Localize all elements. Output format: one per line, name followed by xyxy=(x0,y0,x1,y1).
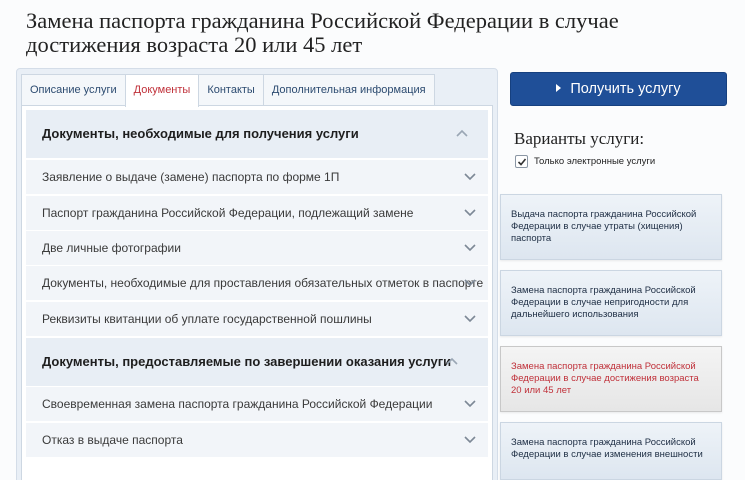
document-item-label: Документы, необходимые для проставления … xyxy=(42,276,484,290)
tab-documents[interactable]: Документы xyxy=(124,74,200,107)
tab-bar: Описание услуги Документы Контакты Допол… xyxy=(21,74,435,107)
document-item[interactable]: Реквизиты квитанции об уплате государств… xyxy=(26,302,488,336)
document-item[interactable]: Паспорт гражданина Российской Федерации,… xyxy=(26,196,488,230)
service-info-panel: Описание услуги Документы Контакты Допол… xyxy=(16,68,498,480)
page-title: Замена паспорта гражданина Российской Фе… xyxy=(26,8,619,57)
chevron-down-icon xyxy=(464,244,476,252)
section-header-required-documents[interactable]: Документы, необходимые для получения усл… xyxy=(26,110,488,158)
chevron-down-icon xyxy=(464,173,476,181)
document-item-label: Две личные фотографии xyxy=(42,241,181,255)
chevron-down-icon xyxy=(464,209,476,217)
variant-card-text: Замена паспорта гражданина Российской Фе… xyxy=(511,437,703,460)
section-title: Документы, предоставляемые по завершении… xyxy=(42,354,452,369)
chevron-up-icon xyxy=(446,357,458,365)
variant-card-appearance-change[interactable]: Замена паспорта гражданина Российской Фе… xyxy=(500,422,722,480)
document-item-label: Реквизиты квитанции об уплате государств… xyxy=(42,312,372,326)
document-item-label: Заявление о выдаче (замене) паспорта по … xyxy=(42,170,340,184)
get-service-button[interactable]: Получить услугу xyxy=(510,72,727,106)
section-header-result-documents[interactable]: Документы, предоставляемые по завершении… xyxy=(26,338,488,386)
variant-card-unusable-passport[interactable]: Замена паспорта гражданина Российской Фе… xyxy=(500,270,722,336)
chevron-down-icon xyxy=(464,315,476,323)
variant-card-lost-passport[interactable]: Выдача паспорта гражданина Российской Фе… xyxy=(500,194,722,260)
document-item[interactable]: Документы, необходимые для проставления … xyxy=(26,266,488,300)
variants-title: Варианты услуги: xyxy=(514,129,645,148)
tab-contacts[interactable]: Контакты xyxy=(198,74,264,106)
play-arrow-icon xyxy=(556,84,562,92)
tab-additional-info[interactable]: Дополнительная информация xyxy=(262,74,435,106)
document-item-label: Паспорт гражданина Российской Федерации,… xyxy=(42,206,414,220)
tab-content-documents: Документы, необходимые для получения усл… xyxy=(21,105,493,480)
chevron-down-icon xyxy=(464,436,476,444)
chevron-down-icon xyxy=(464,279,476,287)
document-item-label: Своевременная замена паспорта гражданина… xyxy=(42,397,433,411)
electronic-only-checkbox[interactable] xyxy=(515,155,528,168)
variant-card-text: Замена паспорта гражданина Российской Фе… xyxy=(511,361,699,396)
variant-card-age-20-45[interactable]: Замена паспорта гражданина Российской Фе… xyxy=(500,346,722,412)
variant-card-text: Выдача паспорта гражданина Российской Фе… xyxy=(511,209,697,244)
section-title: Документы, необходимые для получения усл… xyxy=(42,126,359,141)
document-item-label: Отказ в выдаче паспорта xyxy=(42,433,183,447)
variant-card-text: Замена паспорта гражданина Российской Фе… xyxy=(511,285,696,320)
document-item[interactable]: Заявление о выдаче (замене) паспорта по … xyxy=(26,160,488,194)
get-service-label: Получить услугу xyxy=(570,81,681,97)
document-item[interactable]: Две личные фотографии xyxy=(26,231,488,265)
document-item[interactable]: Отказ в выдаче паспорта xyxy=(26,423,488,457)
tab-description[interactable]: Описание услуги xyxy=(21,74,126,106)
chevron-up-icon xyxy=(456,129,468,137)
checkmark-icon xyxy=(517,158,527,166)
electronic-only-label: Только электронные услуги xyxy=(534,156,656,167)
chevron-down-icon xyxy=(464,400,476,408)
document-item[interactable]: Своевременная замена паспорта гражданина… xyxy=(26,387,488,421)
